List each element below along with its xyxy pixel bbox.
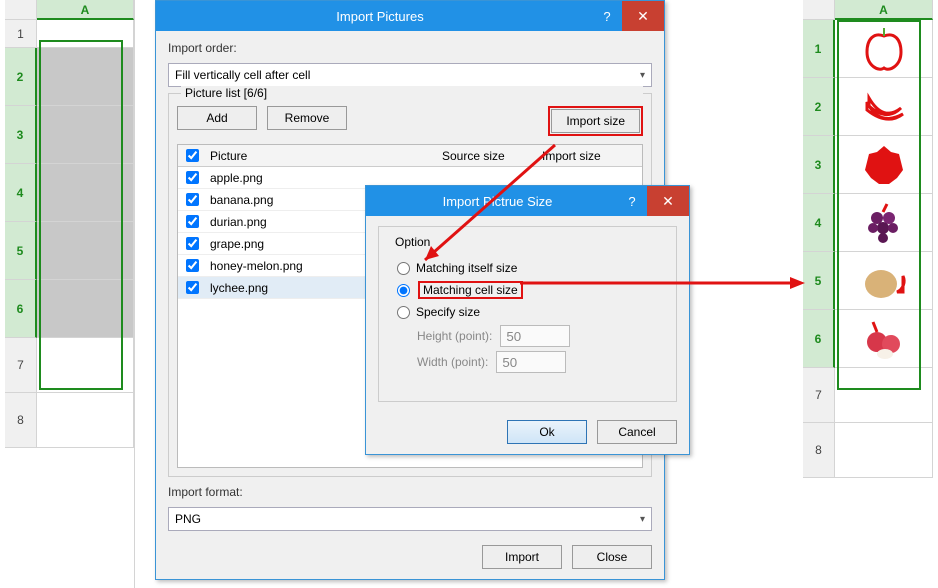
row-header[interactable]: 5 (803, 252, 835, 310)
combo-value: PNG (175, 512, 201, 526)
col-source-size[interactable]: Source size (442, 149, 542, 163)
select-all-checkbox[interactable] (186, 149, 199, 162)
cell[interactable] (835, 423, 933, 478)
column-header-a[interactable]: A (835, 0, 933, 20)
option-legend: Option (391, 235, 434, 249)
row-header[interactable]: 7 (803, 368, 835, 423)
honey-melon-image (859, 256, 909, 306)
cell[interactable] (835, 194, 933, 252)
close-icon[interactable]: ✕ (622, 1, 664, 31)
col-import-size[interactable]: Import size (542, 149, 642, 163)
row-header[interactable]: 4 (803, 194, 835, 252)
radio-label: Matching cell size (423, 283, 518, 297)
row-header[interactable]: 3 (5, 106, 37, 164)
spreadsheet-left: A 1 2 3 4 5 6 7 8 (5, 0, 135, 588)
banana-image (859, 82, 909, 132)
list-header: Picture Source size Import size (178, 145, 642, 167)
cancel-button[interactable]: Cancel (597, 420, 677, 444)
close-button[interactable]: Close (572, 545, 652, 569)
item-checkbox[interactable] (186, 259, 199, 272)
cell[interactable] (835, 20, 933, 78)
dialog-title: Import Pictrue Size (378, 194, 617, 209)
row-header[interactable]: 3 (803, 136, 835, 194)
ok-button[interactable]: Ok (507, 420, 587, 444)
radio-specify-size[interactable] (397, 306, 410, 319)
radio-matching-cell[interactable] (397, 284, 410, 297)
item-checkbox[interactable] (186, 215, 199, 228)
import-order-combo[interactable]: Fill vertically cell after cell ▾ (168, 63, 652, 87)
lychee-image (859, 314, 909, 364)
import-button[interactable]: Import (482, 545, 562, 569)
column-header-a[interactable]: A (37, 0, 134, 20)
cell[interactable] (835, 252, 933, 310)
radio-label: Matching itself size (416, 261, 517, 275)
dialog-title: Import Pictures (168, 9, 592, 24)
row-header[interactable]: 8 (803, 423, 835, 478)
row-header[interactable]: 6 (5, 280, 37, 338)
item-checkbox[interactable] (186, 193, 199, 206)
row-header[interactable]: 7 (5, 338, 37, 393)
titlebar[interactable]: Import Pictrue Size ? ✕ (366, 186, 689, 216)
row-header[interactable]: 1 (5, 20, 37, 48)
durian-image (859, 140, 909, 190)
combo-value: Fill vertically cell after cell (175, 68, 310, 82)
help-button[interactable]: ? (592, 9, 622, 24)
height-label: Height (point): (417, 329, 492, 343)
width-label: Width (point): (417, 355, 488, 369)
cell[interactable] (835, 310, 933, 368)
cell[interactable] (835, 368, 933, 423)
apple-image (859, 24, 909, 74)
remove-button[interactable]: Remove (267, 106, 347, 130)
item-name: apple.png (206, 171, 642, 185)
cell[interactable] (37, 106, 134, 164)
item-checkbox[interactable] (186, 237, 199, 250)
chevron-down-icon: ▾ (640, 70, 645, 81)
import-format-label: Import format: (168, 485, 652, 499)
cell[interactable] (835, 136, 933, 194)
radio-matching-itself[interactable] (397, 262, 410, 275)
cell[interactable] (37, 393, 134, 448)
row-header[interactable]: 4 (5, 164, 37, 222)
import-order-label: Import order: (168, 41, 652, 55)
cell[interactable] (37, 338, 134, 393)
help-button[interactable]: ? (617, 194, 647, 209)
height-input (500, 325, 570, 347)
highlight-box: Matching cell size (418, 281, 523, 299)
cell[interactable] (37, 164, 134, 222)
select-all-corner[interactable] (5, 0, 37, 20)
row-header[interactable]: 5 (5, 222, 37, 280)
radio-label: Specify size (416, 305, 480, 319)
row-header[interactable]: 2 (5, 48, 37, 106)
import-picture-size-dialog: Import Pictrue Size ? ✕ Option Matching … (365, 185, 690, 455)
row-header[interactable]: 6 (803, 310, 835, 368)
width-input (496, 351, 566, 373)
cell[interactable] (37, 48, 134, 106)
highlight-box: Import size (548, 106, 643, 136)
cell[interactable] (37, 280, 134, 338)
spreadsheet-right: A 1 2 3 4 5 6 7 8 (803, 0, 933, 588)
row-header[interactable]: 8 (5, 393, 37, 448)
row-header[interactable]: 2 (803, 78, 835, 136)
import-format-combo[interactable]: PNG ▾ (168, 507, 652, 531)
item-checkbox[interactable] (186, 171, 199, 184)
item-checkbox[interactable] (186, 281, 199, 294)
import-size-button[interactable]: Import size (551, 109, 640, 133)
select-all-corner[interactable] (803, 0, 835, 20)
picture-list-legend: Picture list [6/6] (181, 86, 643, 100)
chevron-down-icon: ▾ (640, 514, 645, 525)
grape-image (859, 198, 909, 248)
titlebar[interactable]: Import Pictures ? ✕ (156, 1, 664, 31)
cell[interactable] (835, 78, 933, 136)
add-button[interactable]: Add (177, 106, 257, 130)
col-picture[interactable]: Picture (206, 149, 442, 163)
row-header[interactable]: 1 (803, 20, 835, 78)
cell[interactable] (37, 20, 134, 48)
cell[interactable] (37, 222, 134, 280)
close-icon[interactable]: ✕ (647, 186, 689, 216)
